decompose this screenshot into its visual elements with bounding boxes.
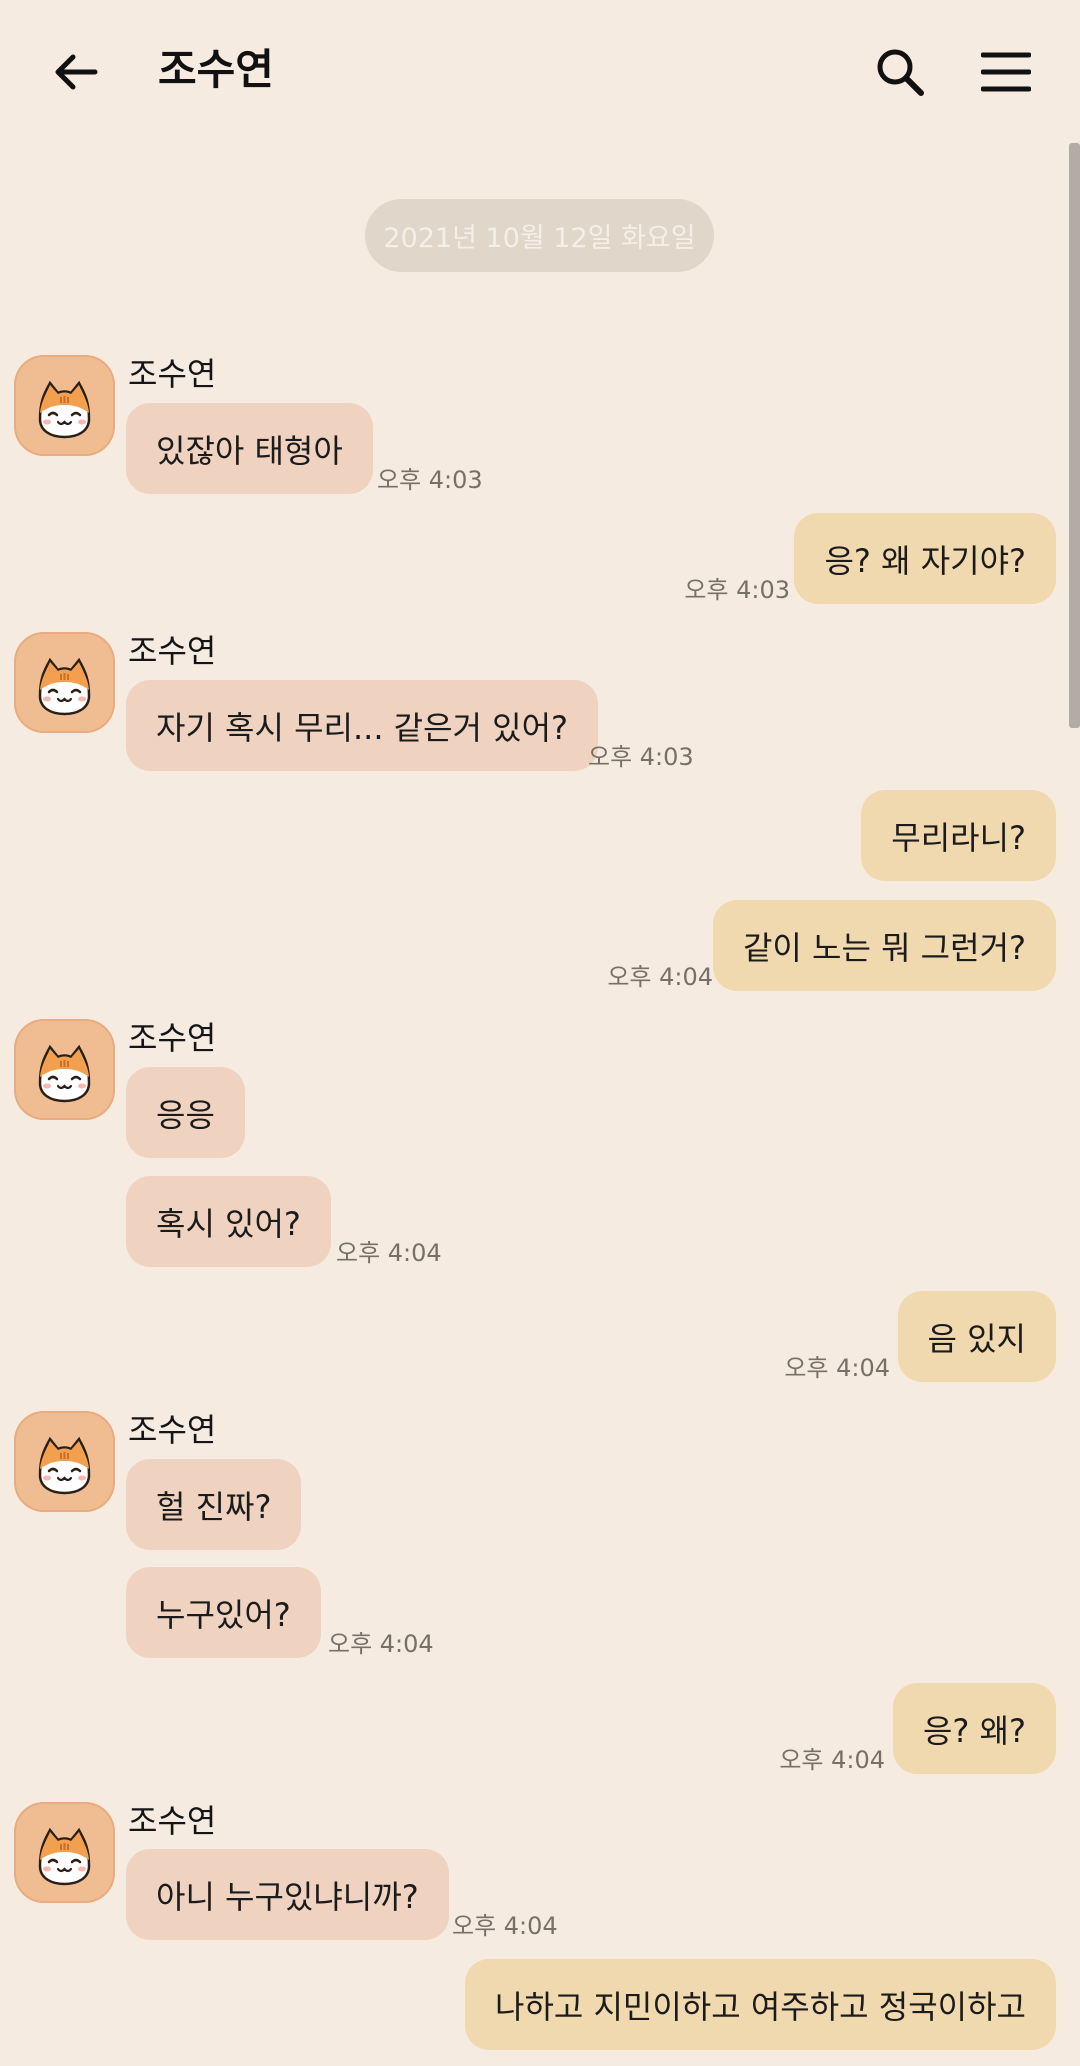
hamburger-menu-icon — [981, 52, 1031, 92]
avatar[interactable] — [14, 1802, 115, 1903]
back-button[interactable] — [44, 40, 108, 104]
menu-button[interactable] — [974, 40, 1038, 104]
incoming-message-bubble[interactable]: 있잖아 태형아 — [126, 403, 373, 494]
message-time: 오후 4:03 — [684, 576, 790, 604]
cat-face-icon — [38, 1044, 91, 1103]
date-divider: 2021년 10월 12일 화요일 — [365, 199, 714, 272]
outgoing-message-bubble[interactable]: 나하고 지민이하고 여주하고 정국이하고 — [465, 1959, 1056, 2050]
message-time: 오후 4:04 — [784, 1354, 890, 1382]
message-time: 오후 4:03 — [377, 466, 483, 494]
incoming-message-bubble[interactable]: 헐 진짜? — [126, 1459, 302, 1550]
sender-name: 조수연 — [128, 632, 217, 670]
avatar[interactable] — [14, 1411, 115, 1512]
cat-face-icon — [38, 657, 91, 716]
outgoing-message-bubble[interactable]: 음 있지 — [897, 1291, 1056, 1382]
avatar[interactable] — [14, 632, 115, 733]
message-time: 오후 4:04 — [328, 1630, 434, 1658]
incoming-message-bubble[interactable]: 자기 혹시 무리... 같은거 있어? — [126, 680, 599, 771]
incoming-message-bubble[interactable]: 누구있어? — [126, 1567, 321, 1658]
message-time: 오후 4:04 — [452, 1912, 558, 1940]
arrow-left-icon — [55, 54, 98, 90]
message-time: 오후 4:04 — [607, 963, 713, 991]
chat-title: 조수연 — [158, 45, 274, 94]
cat-face-icon — [38, 1436, 91, 1495]
message-time: 오후 4:04 — [336, 1239, 442, 1267]
outgoing-message-bubble[interactable]: 응? 왜? — [892, 1683, 1056, 1774]
incoming-message-bubble[interactable]: 아니 누구있냐니까? — [126, 1849, 449, 1940]
avatar[interactable] — [14, 355, 115, 456]
outgoing-message-bubble[interactable]: 무리라니? — [861, 790, 1056, 881]
scrollbar[interactable] — [1069, 143, 1080, 728]
sender-name: 조수연 — [128, 355, 217, 393]
incoming-message-bubble[interactable]: 응응 — [126, 1067, 245, 1158]
message-time: 오후 4:03 — [588, 743, 694, 771]
search-icon — [877, 49, 924, 96]
sender-name: 조수연 — [128, 1019, 217, 1057]
cat-face-icon — [38, 1827, 91, 1886]
chat-header: 조수연 — [0, 0, 1080, 140]
outgoing-message-bubble[interactable]: 같이 노는 뭐 그런거? — [712, 900, 1056, 991]
avatar[interactable] — [14, 1019, 115, 1120]
incoming-message-bubble[interactable]: 혹시 있어? — [126, 1176, 331, 1267]
cat-face-icon — [38, 380, 91, 439]
sender-name: 조수연 — [128, 1411, 217, 1449]
search-button[interactable] — [868, 40, 932, 104]
message-time: 오후 4:04 — [779, 1746, 885, 1774]
outgoing-message-bubble[interactable]: 응? 왜 자기야? — [794, 513, 1056, 604]
sender-name: 조수연 — [128, 1802, 217, 1840]
